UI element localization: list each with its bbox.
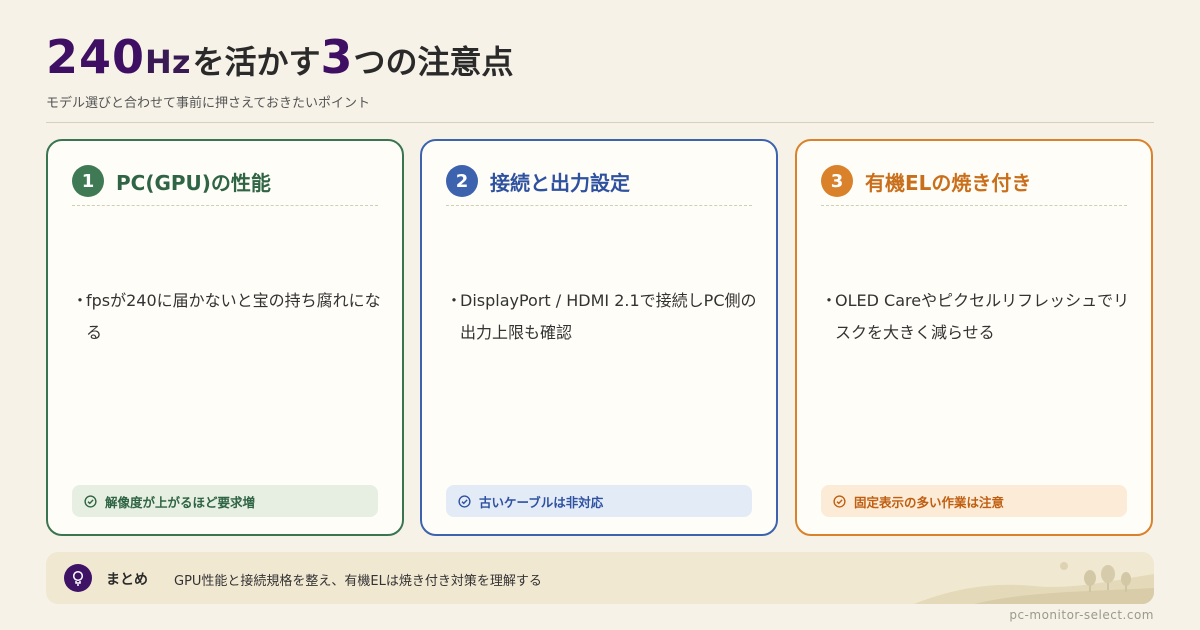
title-text-b: つの注意点 — [353, 43, 514, 81]
bullet-mark: ・ — [821, 291, 838, 310]
bullet-text: OLED Careやピクセルリフレッシュでリスクを大きく減らせる — [835, 291, 1130, 342]
card-header: 2 接続と出力設定 — [446, 165, 630, 197]
page-subtitle: モデル選びと合わせて事前に押さえておきたいポイント — [46, 96, 370, 111]
header-divider — [46, 122, 1154, 123]
hills-trees-decoration — [914, 562, 1154, 604]
card-divider — [72, 205, 378, 206]
card-number-badge: 3 — [821, 165, 853, 197]
site-url: pc-monitor-select.com — [1009, 608, 1154, 622]
card-note: 固定表示の多い作業は注意 — [821, 485, 1127, 517]
card-bullet: ・ DisplayPort / HDMI 2.1で接続しPC側の出力上限も確認 — [446, 285, 758, 349]
note-text: 古いケーブルは非対応 — [479, 494, 604, 510]
title-hz: Hz — [145, 43, 191, 81]
card-divider — [821, 205, 1127, 206]
check-circle-icon — [833, 494, 846, 508]
card-note: 解像度が上がるほど要求増 — [72, 485, 378, 517]
check-circle-icon — [84, 494, 97, 508]
card-connection-output: 2 接続と出力設定 ・ DisplayPort / HDMI 2.1で接続しPC… — [420, 139, 778, 536]
card-title: PC(GPU)の性能 — [116, 170, 271, 195]
title-number-240: 240 — [46, 30, 146, 84]
title-number-3: 3 — [320, 30, 354, 84]
card-gpu-performance: 1 PC(GPU)の性能 ・ fpsが240に届かないと宝の持ち腐れになる 解像… — [46, 139, 404, 536]
summary-bar: まとめ GPU性能と接続規格を整え、有機ELは焼き付き対策を理解する — [46, 552, 1154, 604]
bullet-mark: ・ — [446, 291, 463, 310]
note-text: 固定表示の多い作業は注意 — [854, 494, 1005, 510]
card-title: 有機ELの焼き付き — [865, 170, 1032, 195]
summary-text: GPU性能と接続規格を整え、有機ELは焼き付き対策を理解する — [174, 574, 542, 589]
card-number-badge: 1 — [72, 165, 104, 197]
bullet-text: DisplayPort / HDMI 2.1で接続しPC側の出力上限も確認 — [460, 291, 757, 342]
card-header: 3 有機ELの焼き付き — [821, 165, 1031, 197]
card-divider — [446, 205, 752, 206]
note-text: 解像度が上がるほど要求増 — [105, 494, 256, 510]
card-title: 接続と出力設定 — [490, 170, 630, 195]
page-title: 240 Hz を活かす 3 つの注意点 — [46, 30, 1154, 84]
bullet-text: fpsが240に届かないと宝の持ち腐れになる — [86, 291, 381, 342]
summary-label: まとめ — [106, 572, 148, 588]
card-header: 1 PC(GPU)の性能 — [72, 165, 271, 197]
header: 240 Hz を活かす 3 つの注意点 モデル選びと合わせて事前に押さえておきた… — [46, 30, 1154, 111]
bullet-mark: ・ — [72, 291, 89, 310]
check-circle-icon — [458, 494, 471, 508]
title-text-a: を活かす — [192, 43, 321, 81]
card-bullet: ・ fpsが240に届かないと宝の持ち腐れになる — [72, 285, 384, 349]
card-number-badge: 2 — [446, 165, 478, 197]
card-bullet: ・ OLED Careやピクセルリフレッシュでリスクを大きく減らせる — [821, 285, 1133, 349]
card-note: 古いケーブルは非対応 — [446, 485, 752, 517]
lightbulb-icon — [64, 564, 92, 592]
card-oled-burn-in: 3 有機ELの焼き付き ・ OLED Careやピクセルリフレッシュでリスクを大… — [795, 139, 1153, 536]
